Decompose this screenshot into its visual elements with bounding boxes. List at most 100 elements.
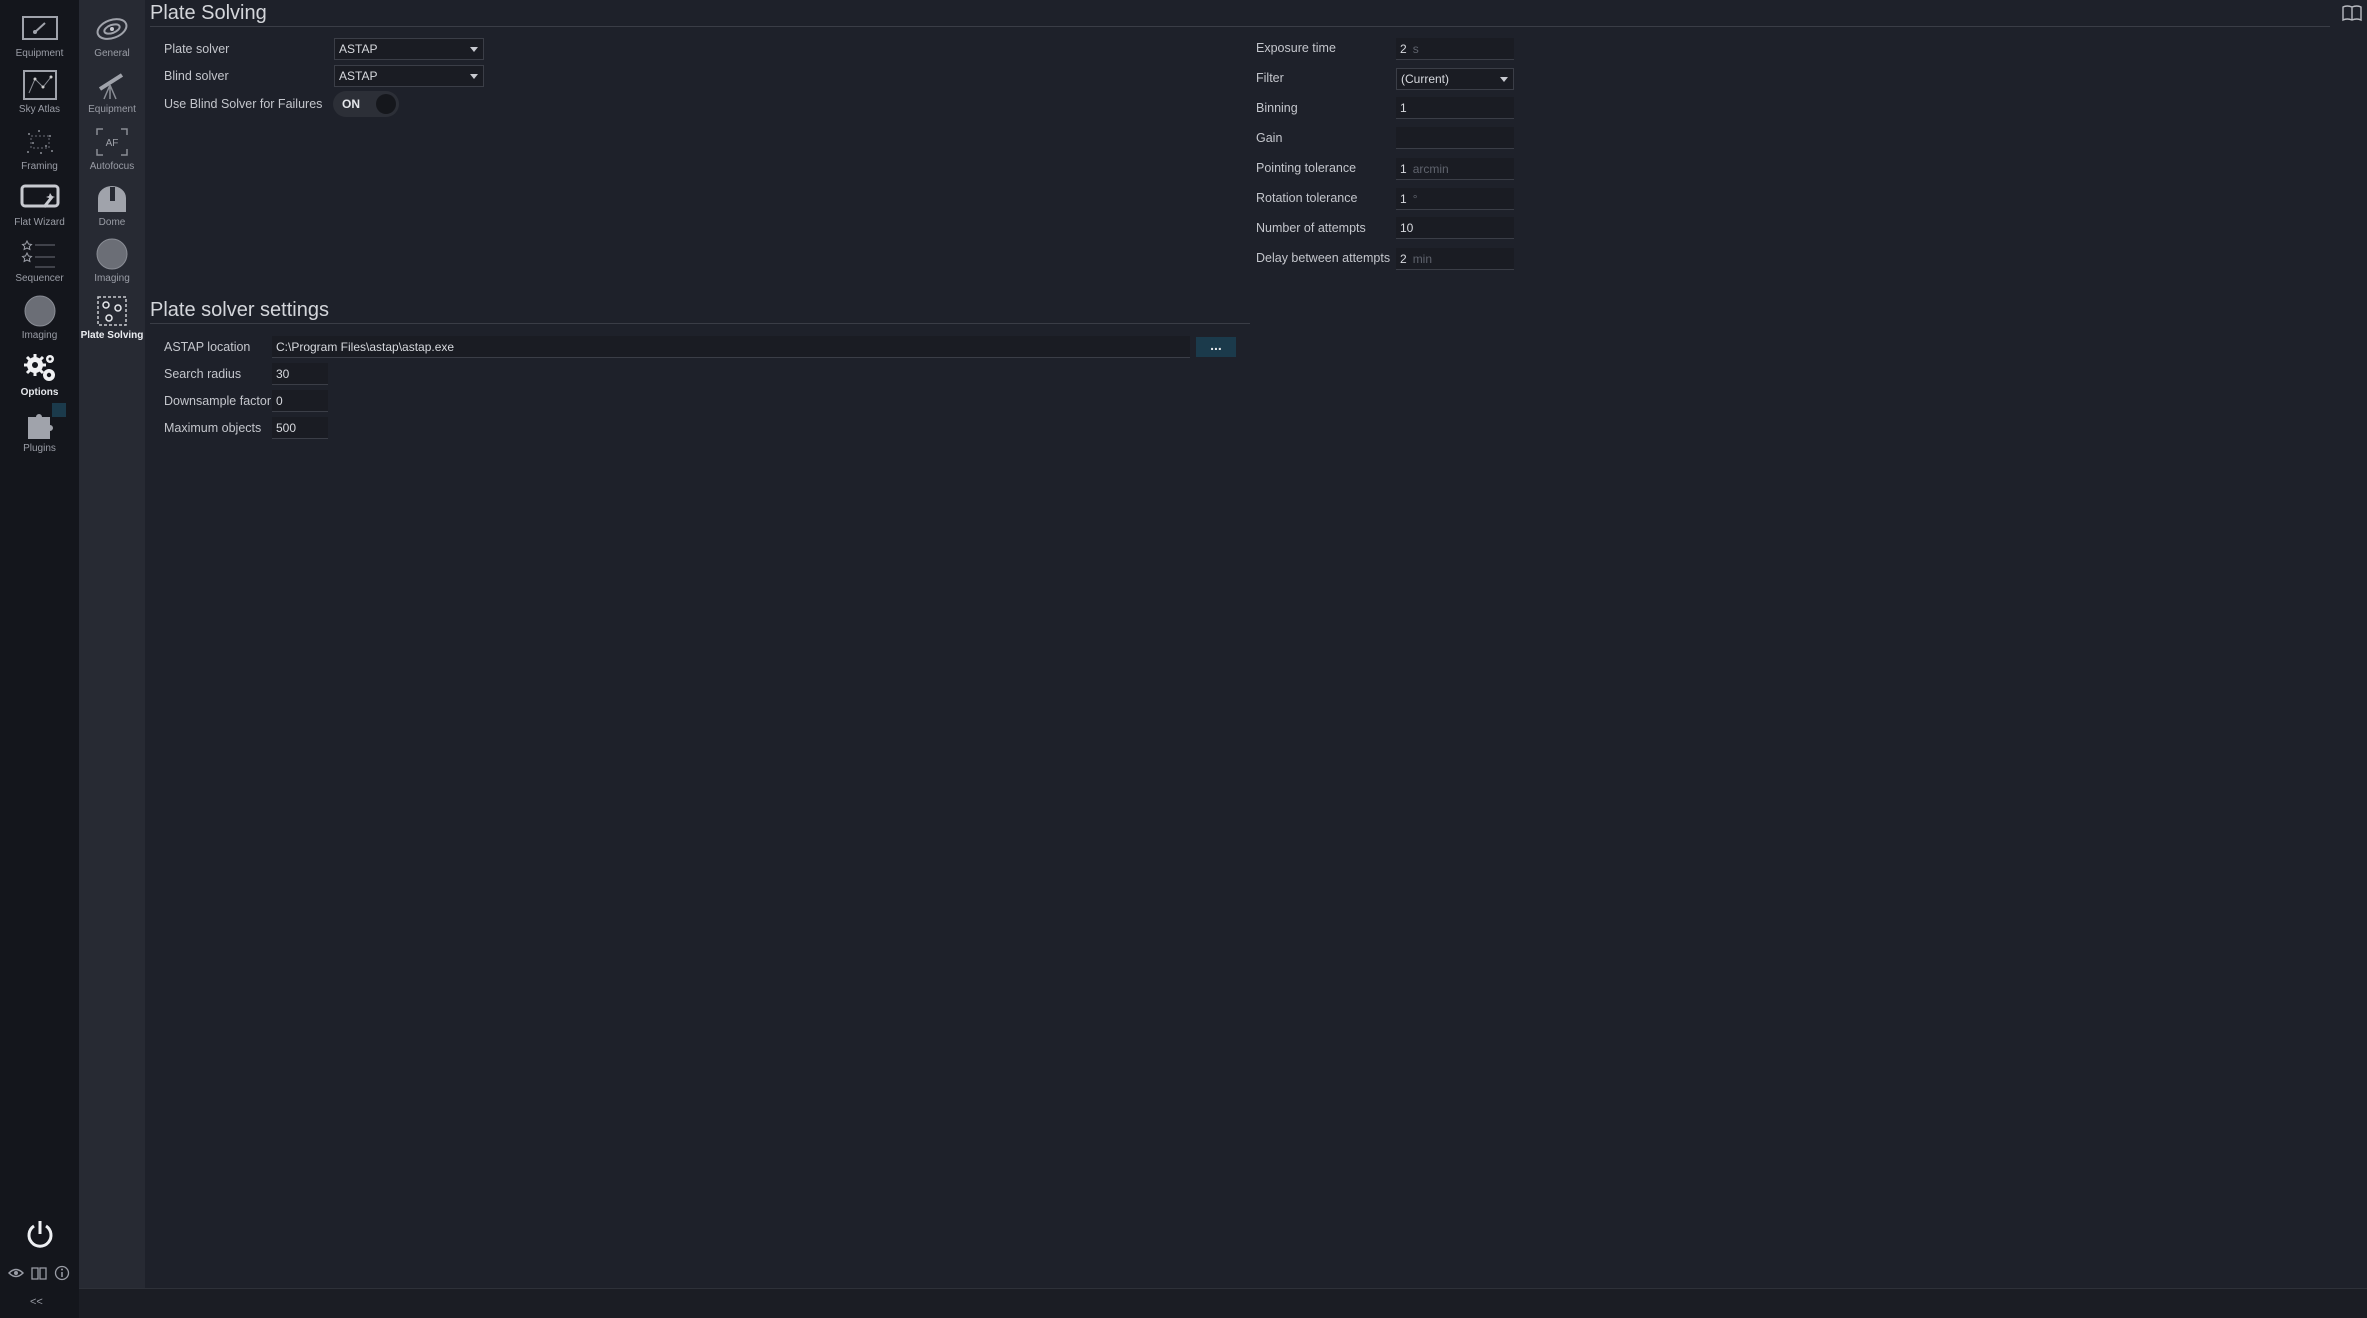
options-tab-dome-label: Dome (98, 217, 126, 228)
downsample-factor-input[interactable]: 0 (272, 390, 328, 412)
plate-solving-icon (92, 294, 132, 328)
plate-solver-value: ASTAP (339, 42, 378, 56)
options-tab-general[interactable]: General (79, 12, 145, 68)
number-of-attempts-label: Number of attempts (1256, 221, 1366, 235)
nav-framing[interactable]: Framing (0, 125, 79, 181)
search-radius-value: 30 (276, 367, 290, 381)
rotation-tolerance-value: 1 (1400, 192, 1407, 206)
downsample-factor-label: Downsample factor (164, 394, 271, 408)
nav-options[interactable]: Options (0, 351, 79, 407)
number-of-attempts-value: 10 (1400, 221, 1414, 235)
astap-location-label: ASTAP location (164, 340, 251, 354)
chevron-down-icon (1500, 77, 1508, 82)
nav-imaging[interactable]: Imaging (0, 294, 79, 350)
info-icon (54, 1265, 70, 1284)
general-galaxy-icon (92, 12, 132, 46)
filter-select[interactable]: (Current) (1396, 68, 1514, 90)
options-tab-equipment-label: Equipment (88, 104, 136, 115)
nav-options-label: Options (20, 387, 59, 398)
nav-plugins-label: Plugins (23, 443, 56, 454)
binning-input[interactable]: 1 (1396, 97, 1514, 119)
gain-label: Gain (1256, 131, 1283, 145)
framing-icon (20, 125, 60, 159)
options-tab-dome[interactable]: Dome (79, 181, 145, 237)
collapse-sidebar-button[interactable]: << (30, 1296, 43, 1308)
plate-solver-label: Plate solver (164, 42, 230, 56)
nav-flat-wizard[interactable]: Flat Wizard (0, 181, 79, 237)
nav-flat-wizard-label: Flat Wizard (14, 217, 65, 228)
delay-between-attempts-label: Delay between attempts (1256, 251, 1391, 265)
search-radius-label: Search radius (164, 367, 242, 381)
downsample-factor-value: 0 (276, 394, 283, 408)
nav-sky-atlas-label: Sky Atlas (18, 104, 61, 115)
maximum-objects-label: Maximum objects (164, 421, 262, 435)
options-tab-plate-solving-label: Plate Solving (80, 330, 144, 341)
plugins-puzzle-icon (20, 403, 66, 441)
pointing-tolerance-unit: arcmin (1412, 162, 1449, 176)
options-tab-imaging[interactable]: Imaging (79, 237, 145, 293)
gain-input[interactable] (1396, 127, 1514, 149)
help-button[interactable] (2342, 4, 2362, 22)
nav-framing-label: Framing (21, 161, 58, 172)
filter-label: Filter (1256, 71, 1284, 85)
options-tab-equipment[interactable]: Equipment (79, 68, 145, 124)
plate-solver-settings-divider (150, 323, 1250, 324)
options-tab-plate-solving[interactable]: Plate Solving (79, 294, 145, 350)
use-blind-solver-toggle[interactable]: ON (333, 91, 399, 117)
power-button[interactable] (24, 1218, 56, 1250)
search-radius-input[interactable]: 30 (272, 363, 328, 385)
plate-solver-select[interactable]: ASTAP (334, 38, 484, 60)
nav-plugins[interactable]: Plugins (0, 403, 79, 463)
maximum-objects-input[interactable]: 500 (272, 417, 328, 439)
binning-label: Binning (1256, 101, 1298, 115)
astap-location-value: C:\Program Files\astap\astap.exe (276, 340, 455, 354)
sky-atlas-icon (20, 68, 60, 102)
nav-sky-atlas[interactable]: Sky Atlas (0, 68, 79, 124)
rotation-tolerance-unit: ° (1412, 192, 1418, 206)
nav-sequencer[interactable]: Sequencer (0, 237, 79, 293)
use-blind-solver-label: Use Blind Solver for Failures (164, 97, 323, 111)
delay-between-attempts-value: 2 (1400, 252, 1407, 266)
delay-between-attempts-input[interactable]: 2 min (1396, 248, 1514, 270)
blind-solver-label: Blind solver (164, 69, 229, 83)
nav-equipment[interactable]: Equipment (0, 12, 79, 68)
flat-wizard-icon (20, 181, 60, 215)
equipment-icon (20, 12, 60, 46)
delay-between-attempts-unit: min (1412, 252, 1433, 266)
binning-value: 1 (1400, 101, 1407, 115)
plate-solver-settings-title: Plate solver settings (150, 299, 329, 321)
pointing-tolerance-input[interactable]: 1 arcmin (1396, 158, 1514, 180)
pointing-tolerance-value: 1 (1400, 162, 1407, 176)
imaging-icon (92, 237, 132, 271)
power-icon (24, 1221, 56, 1253)
browse-astap-button[interactable]: ... (1196, 337, 1236, 357)
astap-location-input[interactable]: C:\Program Files\astap\astap.exe (272, 336, 1190, 358)
book-icon (2342, 5, 2362, 25)
number-of-attempts-input[interactable]: 10 (1396, 217, 1514, 239)
options-tab-imaging-label: Imaging (94, 273, 130, 284)
chevron-down-icon (470, 74, 478, 79)
options-gears-icon (20, 351, 60, 385)
options-sidebar: General Equipment AF Autofocus Dome Imag… (79, 0, 145, 1288)
filter-value: (Current) (1401, 72, 1450, 86)
exposure-time-value: 2 (1400, 42, 1407, 56)
nav-sequencer-label: Sequencer (15, 273, 64, 284)
options-tab-autofocus[interactable]: AF Autofocus (79, 125, 145, 181)
chevron-down-icon (470, 47, 478, 52)
svg-text:AF: AF (106, 138, 119, 149)
exposure-time-input[interactable]: 2s (1396, 38, 1514, 60)
eye-icon (7, 1268, 25, 1283)
imaging-icon (20, 294, 60, 328)
manual-button[interactable] (31, 1266, 47, 1280)
options-tab-autofocus-label: Autofocus (89, 161, 135, 172)
about-button[interactable] (54, 1265, 70, 1281)
book-icon (31, 1267, 47, 1283)
blind-solver-select[interactable]: ASTAP (334, 65, 484, 87)
eye-button[interactable] (7, 1266, 25, 1283)
rotation-tolerance-input[interactable]: 1 ° (1396, 188, 1514, 210)
autofocus-icon: AF (92, 125, 132, 159)
dome-icon (92, 181, 132, 215)
exposure-time-label: Exposure time (1256, 41, 1336, 55)
plate-solving-title: Plate Solving (150, 2, 267, 24)
status-bar (79, 1288, 2367, 1318)
